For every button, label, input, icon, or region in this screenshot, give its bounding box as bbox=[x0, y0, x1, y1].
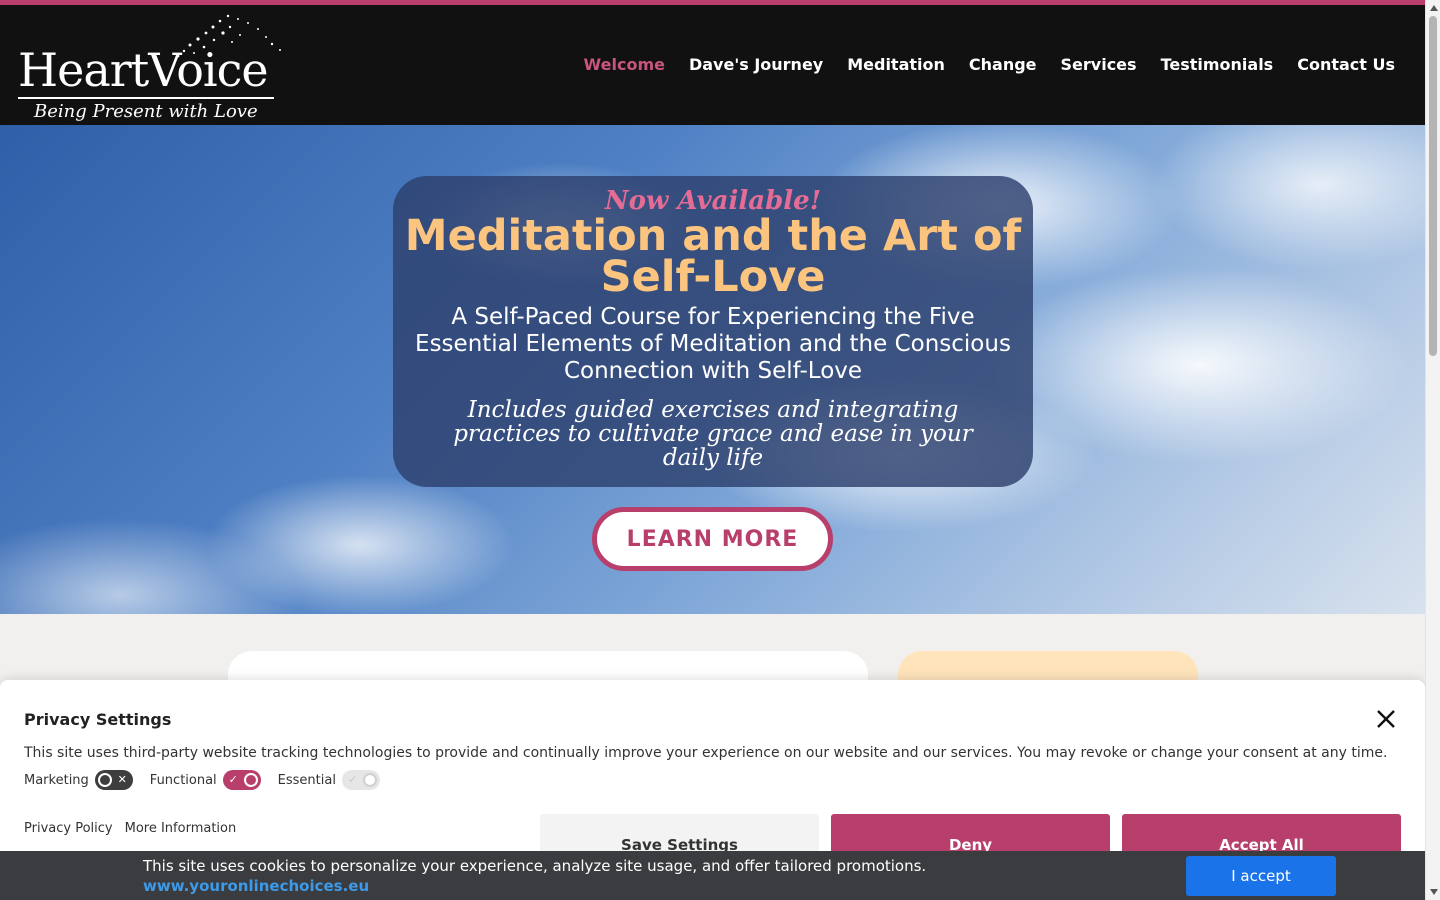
nav-item-meditation[interactable]: Meditation bbox=[847, 55, 945, 74]
nav-item-contact-us[interactable]: Contact Us bbox=[1297, 55, 1395, 74]
logo-tagline: Being Present with Love bbox=[34, 101, 258, 122]
x-icon: ✕ bbox=[117, 773, 127, 786]
scroll-up-icon[interactable] bbox=[1430, 5, 1438, 11]
functional-toggle[interactable]: ✓ bbox=[222, 770, 261, 790]
hero-subtitle: A Self-Paced Course for Experiencing the… bbox=[415, 304, 1011, 384]
scrollbar-thumb[interactable] bbox=[1429, 16, 1437, 356]
privacy-description: This site uses third-party website track… bbox=[24, 745, 1388, 761]
cookie-banner: This site uses cookies to personalize yo… bbox=[0, 851, 1425, 900]
check-icon: ✓ bbox=[228, 773, 238, 786]
cookie-accept-button[interactable]: I accept bbox=[1186, 856, 1336, 896]
logo-underline bbox=[18, 97, 274, 99]
close-icon[interactable] bbox=[1374, 707, 1398, 731]
nav-item-change[interactable]: Change bbox=[969, 55, 1037, 74]
more-information-link[interactable]: More Information bbox=[125, 821, 237, 836]
learn-more-button[interactable]: LEARN MORE bbox=[592, 507, 833, 571]
essential-toggle: ✓ bbox=[341, 770, 380, 790]
toggle-knob bbox=[362, 773, 377, 787]
consent-toggles: Marketing ✕ Functional ✓ Essential ✓ bbox=[24, 770, 397, 790]
hero-banner: Now Available! Meditation and the Art of… bbox=[0, 125, 1425, 614]
marketing-toggle[interactable]: ✕ bbox=[94, 770, 133, 790]
nav-item-testimonials[interactable]: Testimonials bbox=[1161, 55, 1274, 74]
toggle-knob bbox=[243, 773, 258, 787]
page-scrollbar[interactable] bbox=[1425, 0, 1440, 900]
toggle-label-marketing: Marketing bbox=[24, 772, 89, 788]
hero-description: Includes guided exercises and integratin… bbox=[453, 397, 973, 471]
check-icon: ✓ bbox=[347, 773, 358, 786]
hero-title: Meditation and the Art of Self-Love bbox=[404, 211, 1022, 302]
cookie-text: This site uses cookies to personalize yo… bbox=[143, 857, 927, 875]
site-header: HeartVoice Being Present with Love Welco… bbox=[0, 5, 1425, 125]
main-nav: Welcome Dave's Journey Meditation Change… bbox=[584, 55, 1395, 74]
youronlinechoices-link[interactable]: www.youronlinechoices.eu bbox=[143, 877, 369, 895]
logo-wordmark: HeartVoice bbox=[18, 43, 269, 97]
privacy-links: Privacy Policy More Information bbox=[24, 821, 236, 836]
toggle-knob bbox=[97, 773, 112, 787]
nav-item-welcome[interactable]: Welcome bbox=[584, 55, 665, 74]
scroll-down-icon[interactable] bbox=[1430, 889, 1438, 895]
heartvoice-logo[interactable]: HeartVoice Being Present with Love bbox=[18, 13, 288, 123]
hero-panel: Now Available! Meditation and the Art of… bbox=[393, 176, 1033, 487]
toggle-label-functional: Functional bbox=[149, 772, 217, 788]
nav-item-services[interactable]: Services bbox=[1061, 55, 1137, 74]
privacy-policy-link[interactable]: Privacy Policy bbox=[24, 821, 113, 836]
privacy-title: Privacy Settings bbox=[24, 710, 172, 729]
toggle-label-essential: Essential bbox=[277, 772, 336, 788]
nav-item-daves-journey[interactable]: Dave's Journey bbox=[689, 55, 823, 74]
